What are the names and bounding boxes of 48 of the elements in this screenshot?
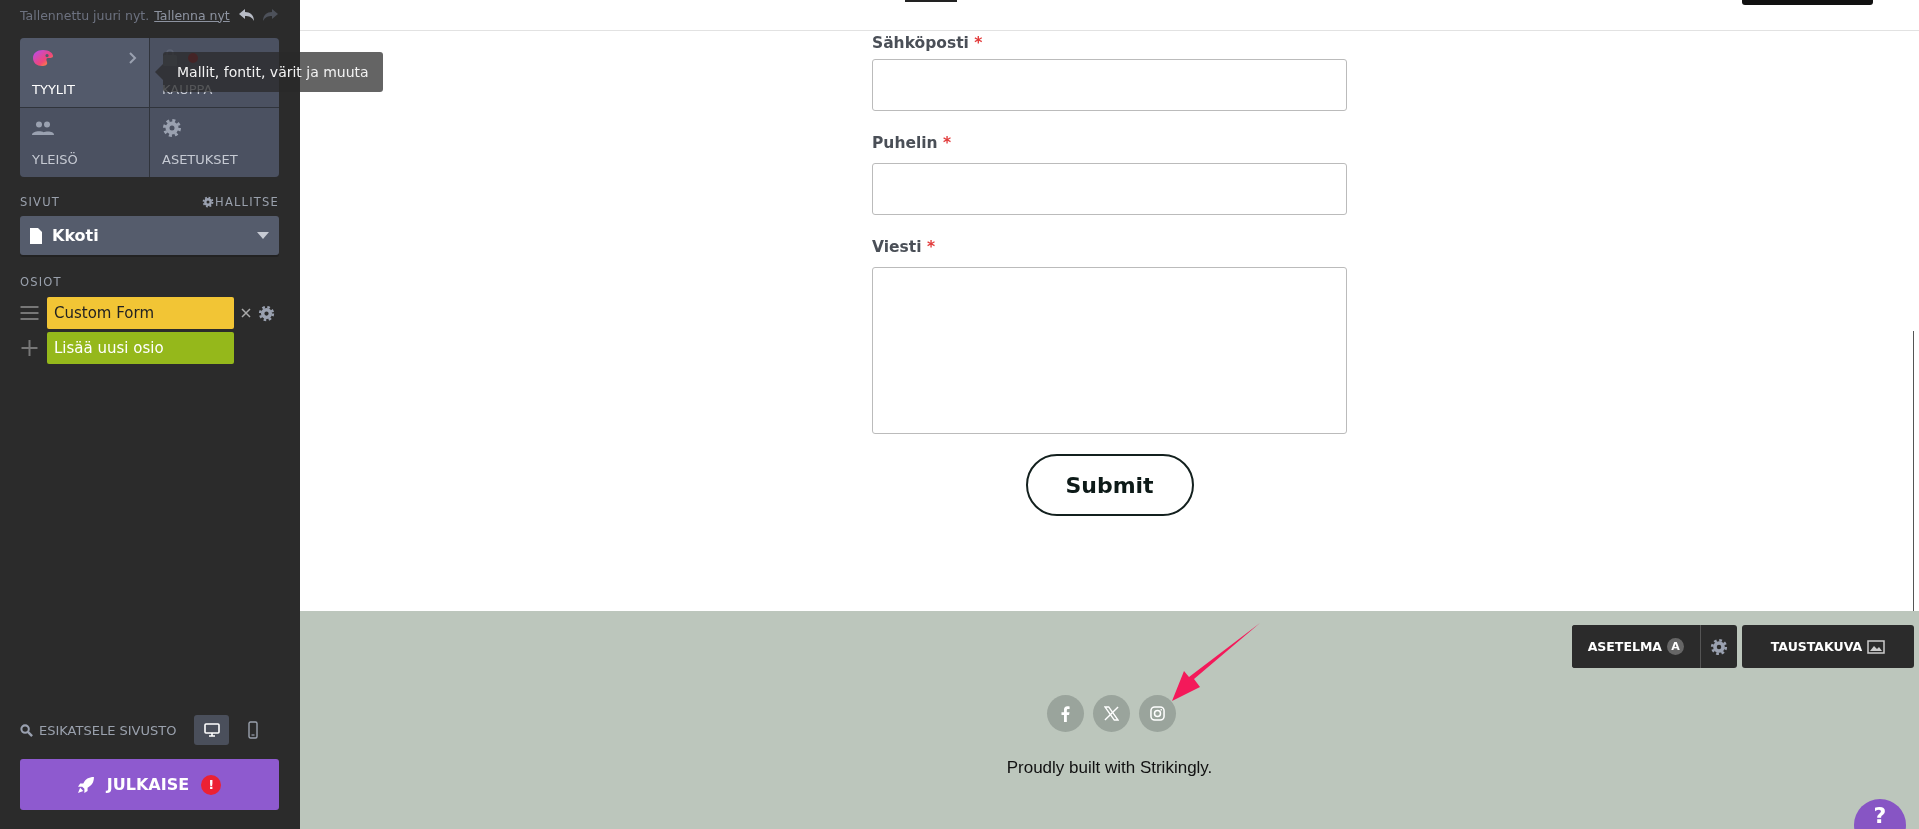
desktop-view-button[interactable] [194,715,229,745]
layout-badge: A [1667,638,1684,655]
settings-icon[interactable] [258,304,275,322]
section-item[interactable]: Custom Form [47,297,234,329]
help-button[interactable]: ? [1854,799,1906,829]
nav-tile[interactable]: YLEISÖ [20,108,149,177]
palette-icon [32,49,54,67]
file-icon [30,227,42,244]
manage-link[interactable]: HALLITSE [202,195,279,209]
nav-tile[interactable]: TYYLIT [20,38,149,107]
field-label: Viesti * [872,237,936,257]
chevron-right-icon [129,52,137,64]
facebook-icon[interactable] [1047,695,1084,732]
pages-heading: SIVUT [20,195,60,209]
save-status: Tallennettu juuri nyt. [20,7,150,23]
drag-handle-icon[interactable] [20,306,39,320]
image-icon [1867,639,1886,654]
rocket-icon [77,776,95,793]
gear-icon [1710,637,1728,656]
gear-icon [202,196,215,208]
message-field[interactable] [872,267,1347,434]
layout-button[interactable]: ASETELMA A [1571,625,1701,668]
search-icon [20,723,33,737]
close-icon[interactable] [241,308,251,318]
footer-credit: Proudly built with Strikingly. [1006,758,1213,778]
preview-site-link[interactable]: ESIKATSELE SIVUSTO [20,722,177,738]
input-field[interactable] [872,59,1347,111]
page-dropdown[interactable]: Kkoti [20,216,279,255]
instagram-icon[interactable] [1139,695,1176,732]
field-label: Sähköposti * [872,33,984,53]
nav-underline [905,0,957,2]
people-icon [32,121,54,135]
field-label: Puhelin * [872,133,953,153]
plus-icon[interactable] [20,340,39,356]
background-image-button[interactable]: TAUSTAKUVA [1742,625,1914,668]
gear-icon [162,118,182,138]
save-now-link[interactable]: Tallenna nyt [154,7,230,23]
phone-icon [247,721,258,739]
caret-icon [257,232,269,239]
warning-badge: ! [201,774,222,795]
monitor-icon [203,723,220,737]
undo-icon[interactable] [237,8,256,22]
x-icon[interactable] [1093,695,1130,732]
nav-tile[interactable]: ASETUKSET [150,108,279,177]
publish-button[interactable]: JULKAISE ! [20,759,279,810]
input-field[interactable] [872,163,1347,215]
submit-button[interactable]: Submit [1025,454,1194,516]
sections-heading: OSIOT [20,275,63,289]
